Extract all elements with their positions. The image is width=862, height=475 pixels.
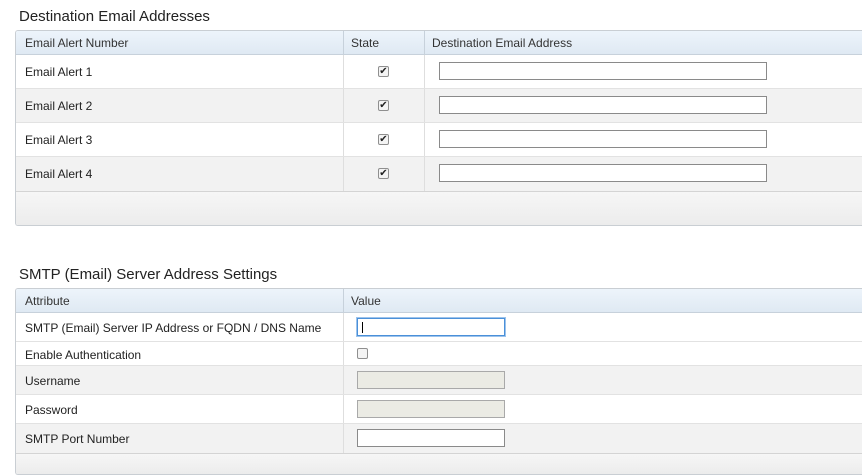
password-input[interactable]	[357, 400, 505, 418]
email-table-footer	[16, 191, 862, 225]
email-alert-label: Email Alert 2	[25, 99, 93, 113]
col-destination-email: Destination Email Address	[432, 36, 573, 50]
smtp-port-row: SMTP Port Number	[16, 424, 862, 453]
password-row: Password	[16, 395, 862, 424]
col-email-alert-number: Email Alert Number	[25, 36, 129, 50]
username-label: Username	[25, 374, 81, 388]
email-alert-3-state-checkbox[interactable]: ✔	[378, 134, 389, 145]
email-alert-label: Email Alert 4	[25, 167, 93, 181]
email-section-title: Destination Email Addresses	[19, 8, 210, 25]
email-alert-4-address-input[interactable]	[439, 164, 767, 182]
email-alerts-table: Email Alert Number State Destination Ema…	[15, 30, 862, 226]
col-attribute: Attribute	[25, 294, 70, 308]
col-state: State	[351, 36, 380, 50]
email-alert-row: Email Alert 1 ✔	[16, 55, 862, 89]
email-alert-1-address-input[interactable]	[439, 62, 767, 80]
password-label: Password	[25, 403, 78, 417]
email-alert-row: Email Alert 4 ✔	[16, 157, 862, 191]
enable-auth-row: Enable Authentication	[16, 342, 862, 366]
enable-auth-label: Enable Authentication	[25, 348, 142, 362]
email-alert-row: Email Alert 3 ✔	[16, 123, 862, 157]
username-input[interactable]	[357, 371, 505, 389]
email-alert-label: Email Alert 3	[25, 133, 93, 147]
smtp-port-input[interactable]	[357, 429, 505, 447]
username-row: Username	[16, 366, 862, 395]
smtp-server-address-input[interactable]	[357, 318, 505, 336]
smtp-port-label: SMTP Port Number	[25, 432, 130, 446]
email-alert-3-address-input[interactable]	[439, 130, 767, 148]
email-alert-label: Email Alert 1	[25, 65, 93, 79]
email-alert-2-state-checkbox[interactable]: ✔	[378, 100, 389, 111]
email-table-header: Email Alert Number State Destination Ema…	[16, 31, 862, 55]
email-alert-row: Email Alert 2 ✔	[16, 89, 862, 123]
smtp-table-header: Attribute Value	[16, 289, 862, 313]
text-caret	[362, 322, 363, 333]
col-value: Value	[351, 294, 381, 308]
smtp-section-title: SMTP (Email) Server Address Settings	[19, 266, 278, 283]
smtp-server-label: SMTP (Email) Server IP Address or FQDN /…	[25, 321, 322, 335]
smtp-table-footer	[16, 453, 862, 474]
smtp-server-row: SMTP (Email) Server IP Address or FQDN /…	[16, 313, 862, 342]
enable-authentication-checkbox[interactable]	[357, 348, 368, 359]
smtp-settings-table: Attribute Value SMTP (Email) Server IP A…	[15, 288, 862, 475]
email-alert-1-state-checkbox[interactable]: ✔	[378, 66, 389, 77]
email-alert-2-address-input[interactable]	[439, 96, 767, 114]
email-alert-4-state-checkbox[interactable]: ✔	[378, 168, 389, 179]
